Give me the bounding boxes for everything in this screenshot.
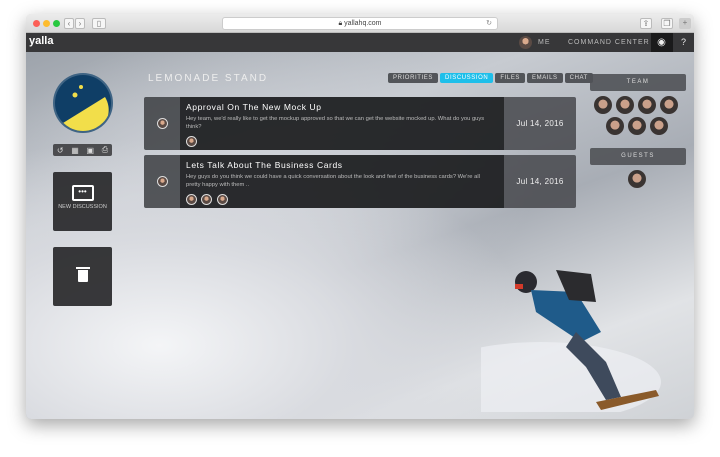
new-discussion-label: NEW DISCUSSION — [58, 204, 107, 210]
maximize-window-button[interactable] — [53, 20, 60, 27]
archive-icon[interactable]: ▣ — [86, 146, 94, 155]
lock-icon: 🔒︎ — [338, 20, 343, 27]
broadcast-icon[interactable]: ◉ — [651, 33, 673, 52]
print-icon[interactable]: ⎙ — [102, 145, 108, 155]
discussion-title[interactable]: Approval On The New Mock Up — [186, 102, 498, 112]
minimize-window-button[interactable] — [43, 20, 50, 27]
team-member-avatar[interactable] — [638, 96, 656, 114]
tab-emails[interactable]: EMAILS — [527, 73, 563, 83]
tab-files[interactable]: FILES — [495, 73, 526, 83]
new-tab-button[interactable]: + — [679, 18, 691, 29]
author-avatar — [156, 176, 168, 187]
address-bar[interactable]: 🔒︎ yallahq.com ↻ — [222, 17, 498, 30]
team-member-avatar[interactable] — [616, 96, 634, 114]
guest-avatar[interactable] — [628, 170, 646, 188]
tab-chat[interactable]: CHAT — [564, 73, 593, 83]
back-button[interactable]: ‹ — [64, 18, 74, 29]
yalla-logo[interactable]: yalla — [29, 35, 53, 47]
discussion-item[interactable]: Lets Talk About The Business Cards Hey g… — [144, 155, 576, 208]
participant-avatar — [216, 194, 228, 205]
team-member-avatar[interactable] — [594, 96, 612, 114]
discussion-date: Jul 14, 2016 — [504, 97, 576, 150]
participant-avatar — [201, 194, 213, 205]
tabs-icon[interactable]: ❐ — [661, 18, 673, 29]
section-tabs: PRIORITIES DISCUSSION FILES EMAILS CHAT — [388, 73, 593, 83]
discussion-title[interactable]: Lets Talk About The Business Cards — [186, 160, 498, 170]
guests-header: GUESTS — [590, 148, 686, 165]
discussion-preview: Hey team, we'd really like to get the mo… — [186, 116, 485, 130]
team-header: TEAM — [590, 74, 686, 91]
help-icon[interactable]: ? — [674, 33, 694, 52]
trash-icon — [75, 267, 90, 282]
lemon-icon — [63, 85, 109, 131]
main-content: ↺ ▦ ▣ ⎙ ••• NEW DISCUSSION LEMONADE STAN… — [26, 52, 694, 419]
chat-bubble-icon: ••• — [71, 185, 94, 201]
participant-avatar — [186, 136, 197, 147]
team-member-avatar[interactable] — [660, 96, 678, 114]
browser-window: ‹ › ▯ 🔒︎ yallahq.com ↻ ⇪ ❐ + yalla ME COM… — [26, 14, 694, 419]
discussion-preview: Hey guys do you think we could have a qu… — [186, 174, 480, 188]
discussion-item[interactable]: Approval On The New Mock Up Hey team, we… — [144, 97, 576, 150]
new-discussion-button[interactable]: ••• NEW DISCUSSION — [53, 172, 112, 231]
participant-avatar — [186, 194, 197, 205]
url-text: yallahq.com — [344, 20, 382, 27]
delete-button[interactable] — [53, 247, 112, 306]
author-avatar — [156, 118, 168, 129]
team-member-avatar[interactable] — [628, 117, 646, 135]
snowboarder-image — [481, 270, 661, 412]
me-link[interactable]: ME — [538, 39, 551, 46]
app-topbar: yalla ME COMMAND CENTER ◉ ? — [26, 33, 694, 52]
tab-discussion[interactable]: DISCUSSION — [440, 73, 494, 83]
share-icon[interactable]: ⇪ — [640, 18, 652, 29]
tab-priorities[interactable]: PRIORITIES — [388, 73, 439, 83]
team-member-avatar[interactable] — [606, 117, 624, 135]
project-title: LEMONADE STAND — [148, 73, 269, 84]
forward-button[interactable]: › — [75, 18, 85, 29]
browser-toolbar: ‹ › ▯ 🔒︎ yallahq.com ↻ ⇪ ❐ + — [26, 14, 694, 33]
reload-icon[interactable]: ↻ — [486, 18, 492, 30]
project-tools: ↺ ▦ ▣ ⎙ — [53, 144, 112, 156]
team-member-avatar[interactable] — [650, 117, 668, 135]
command-center-link[interactable]: COMMAND CENTER — [568, 39, 650, 46]
discussion-date: Jul 14, 2016 — [504, 155, 576, 208]
project-logo[interactable] — [53, 73, 113, 133]
history-icon[interactable]: ↺ — [57, 146, 64, 155]
me-avatar[interactable] — [519, 36, 532, 49]
close-window-button[interactable] — [33, 20, 40, 27]
calendar-icon[interactable]: ▦ — [71, 146, 79, 155]
sidebar-toggle-icon[interactable]: ▯ — [92, 18, 106, 29]
